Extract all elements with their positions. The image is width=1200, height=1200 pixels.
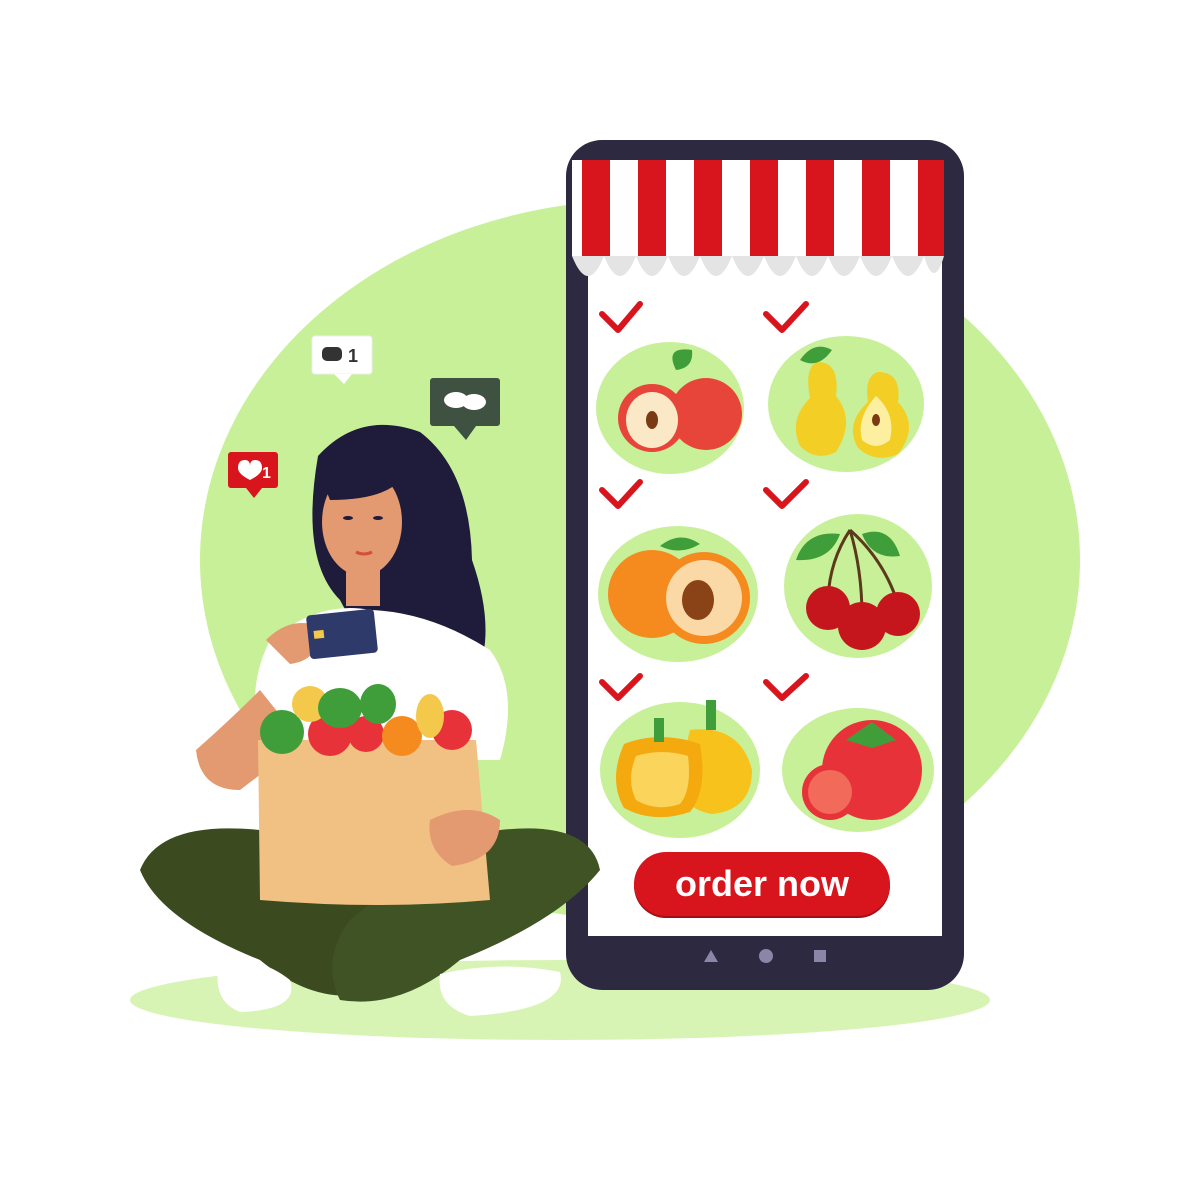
like-count: 1 (262, 465, 271, 482)
order-now-button[interactable]: order now (634, 852, 890, 916)
comment-icon (322, 347, 342, 361)
recent-apps-icon[interactable] (814, 950, 826, 962)
comment-count: 1 (348, 346, 358, 366)
home-icon[interactable] (759, 949, 773, 963)
shop-awning (572, 160, 944, 276)
illustration-scene: 1 1 (130, 140, 1080, 1040)
